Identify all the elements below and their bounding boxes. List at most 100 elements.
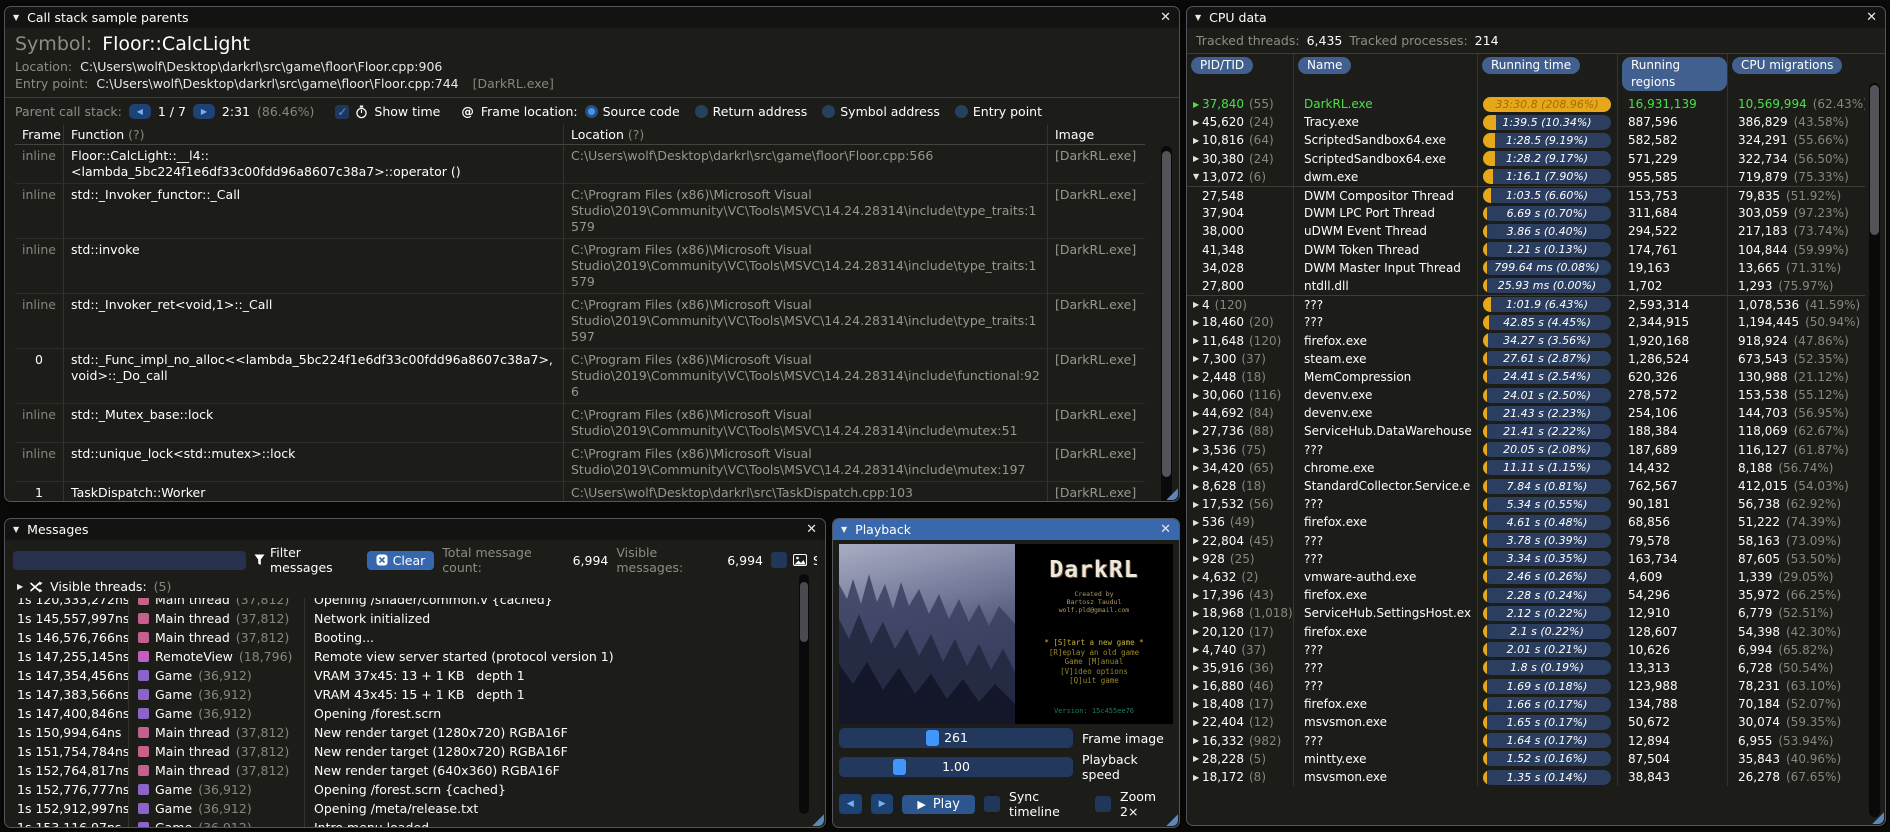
- cpu-table-row[interactable]: ▶ 16,880 (46) ??? 1.69 s (0.18%) 123,988…: [1187, 677, 1865, 696]
- message-row[interactable]: 1s 146,576,766ns Main thread (37,812) Bo…: [5, 628, 825, 647]
- expand-arrow-icon[interactable]: ▶: [1187, 663, 1202, 672]
- running-time-column-header[interactable]: Running time: [1482, 57, 1581, 74]
- close-icon[interactable]: ✕: [1866, 11, 1877, 24]
- message-row[interactable]: 1s 153,116,97ns Game (36,912) Intro menu…: [5, 818, 825, 827]
- resize-grip[interactable]: [1165, 487, 1178, 500]
- expand-arrow-icon[interactable]: ▶: [1187, 445, 1202, 454]
- message-row[interactable]: 1s 152,776,777ns Game (36,912) Opening /…: [5, 780, 825, 799]
- expand-arrow-icon[interactable]: ▶: [1187, 372, 1202, 381]
- cpu-migrations-column-header[interactable]: CPU migrations: [1732, 57, 1843, 74]
- resize-grip[interactable]: [811, 813, 824, 826]
- expand-arrow-icon[interactable]: ▶: [1187, 427, 1202, 436]
- expand-arrow-icon[interactable]: ▶: [1187, 536, 1202, 545]
- expand-arrow-icon[interactable]: ▶: [1187, 718, 1202, 727]
- callstack-row[interactable]: 1 TaskDispatch::Worker C:\Users\wolf\Des…: [15, 482, 1145, 501]
- cpu-table-row[interactable]: ▶ 4,740 (37) ??? 2.01 s (0.21%) 10,626 6…: [1187, 640, 1865, 659]
- cpu-table-row[interactable]: 27,548 DWM Compositor Thread 1:03.5 (6.6…: [1187, 185, 1865, 205]
- pid-column-header[interactable]: PID/TID: [1191, 57, 1254, 74]
- frame-location-radio[interactable]: Symbol address: [822, 104, 940, 119]
- cpu-table-row[interactable]: ▶ 27,736 (88) ServiceHub.DataWarehouse 2…: [1187, 422, 1865, 441]
- expand-arrow-icon[interactable]: ▶: [1187, 136, 1202, 145]
- cpu-table-row[interactable]: ▶ 17,532 (56) ??? 5.34 s (0.55%) 90,181 …: [1187, 495, 1865, 514]
- expand-arrow-icon[interactable]: ▶: [1187, 736, 1202, 745]
- expand-arrow-icon[interactable]: ▶: [1187, 627, 1202, 636]
- expand-arrow-icon[interactable]: ▶: [1187, 336, 1202, 345]
- message-row[interactable]: 1s 120,333,272ns Main thread (37,812) Op…: [5, 598, 825, 609]
- callstack-row[interactable]: inline std::_Invoker_ret<void,1>::_Call …: [15, 294, 1145, 349]
- cpu-table-row[interactable]: ▶ 11,648 (120) firefox.exe 34.27 s (3.56…: [1187, 331, 1865, 350]
- message-row[interactable]: 1s 152,912,997ns Game (36,912) Opening /…: [5, 799, 825, 818]
- expand-arrow-icon[interactable]: ▶: [1187, 572, 1202, 581]
- collapse-arrow-icon[interactable]: ▼: [13, 13, 19, 22]
- callstack-row[interactable]: inline std::invoke C:\Program Files (x86…: [15, 239, 1145, 294]
- cpu-titlebar[interactable]: ▼ CPU data ✕: [1187, 7, 1885, 28]
- collapse-arrow-icon[interactable]: ▼: [13, 525, 19, 534]
- sync-timeline-checkbox[interactable]: [983, 796, 1000, 812]
- scrollbar-handle[interactable]: [1162, 151, 1171, 477]
- frame-location-radio[interactable]: Return address: [694, 104, 807, 119]
- cpu-table-row[interactable]: ▶ 4,632 (2) vmware-authd.exe 2.46 s (0.2…: [1187, 567, 1865, 587]
- expand-arrow-icon[interactable]: ▶: [17, 582, 23, 591]
- cpu-table-row[interactable]: 34,028 DWM Master Input Thread 799.64 ms…: [1187, 258, 1865, 277]
- step-back-button[interactable]: ◀: [839, 794, 862, 814]
- zoom-2x-checkbox[interactable]: [1095, 796, 1111, 812]
- expand-arrow-icon[interactable]: ▶: [1187, 500, 1202, 509]
- messages-scrollbar[interactable]: [799, 574, 809, 814]
- running-regions-column-header[interactable]: Running regions: [1622, 57, 1727, 91]
- clear-button[interactable]: Clear: [366, 550, 435, 570]
- message-row[interactable]: 1s 147,400,846ns Game (36,912) Opening /…: [5, 704, 825, 723]
- resize-grip[interactable]: [1871, 811, 1884, 824]
- expand-arrow-icon[interactable]: ▶: [1187, 463, 1202, 472]
- expand-arrow-icon[interactable]: ▶: [1187, 609, 1202, 618]
- collapse-arrow-icon[interactable]: ▼: [1195, 13, 1201, 22]
- cpu-table-row[interactable]: ▶ 18,968 (1,018) ServiceHub.SettingsHost…: [1187, 604, 1865, 623]
- cpu-table-row[interactable]: ▶ 28,228 (5) mintty.exe 1.52 s (0.16%) 8…: [1187, 749, 1865, 768]
- radio-icon[interactable]: [822, 105, 836, 118]
- message-row[interactable]: 1s 147,383,566ns Game (36,912) VRAM 43x4…: [5, 685, 825, 704]
- visible-threads-row[interactable]: ▶ Visible threads: (5): [5, 579, 825, 598]
- frame-image-slider[interactable]: 261: [839, 728, 1073, 748]
- expand-arrow-icon[interactable]: ▶: [1187, 300, 1202, 309]
- expand-arrow-icon[interactable]: ▶: [1187, 482, 1202, 491]
- expand-arrow-icon[interactable]: ▶: [1187, 154, 1202, 163]
- messages-titlebar[interactable]: ▼ Messages ✕: [5, 519, 825, 540]
- expand-arrow-icon[interactable]: ▼: [1187, 172, 1202, 181]
- scrollbar-handle[interactable]: [800, 582, 808, 642]
- message-row[interactable]: 1s 152,764,817ns Main thread (37,812) Ne…: [5, 761, 825, 780]
- cpu-scrollbar[interactable]: [1869, 83, 1880, 817]
- cpu-table-row[interactable]: ▶ 22,804 (45) ??? 3.78 s (0.39%) 79,578 …: [1187, 531, 1865, 550]
- cpu-table-row[interactable]: 41,348 DWM Token Thread 1.21 s (0.13%) 1…: [1187, 240, 1865, 259]
- cpu-table-row[interactable]: ▶ 10,816 (64) ScriptedSandbox64.exe 1:28…: [1187, 131, 1865, 150]
- message-row[interactable]: 1s 145,557,997ns Main thread (37,812) Ne…: [5, 609, 825, 628]
- playback-titlebar[interactable]: ▼ Playback ✕: [833, 519, 1179, 540]
- expand-arrow-icon[interactable]: ▶: [1187, 100, 1202, 109]
- cpu-table-row[interactable]: ▶ 3,536 (75) ??? 20.05 s (2.08%) 187,689…: [1187, 440, 1865, 459]
- cpu-table-row[interactable]: ▶ 536 (49) firefox.exe 4.61 s (0.48%) 68…: [1187, 513, 1865, 532]
- cpu-table-row[interactable]: ▶ 37,840 (55) DarkRL.exe 33:30.8 (208.96…: [1187, 95, 1865, 114]
- cpu-table-row[interactable]: ▶ 7,300 (37) steam.exe 27.61 s (2.87%) 1…: [1187, 349, 1865, 368]
- expand-arrow-icon[interactable]: ▶: [1187, 682, 1202, 691]
- cpu-table-row[interactable]: ▶ 928 (25) ??? 3.34 s (0.35%) 163,734 87…: [1187, 549, 1865, 568]
- prev-parent-button[interactable]: ◀: [128, 104, 151, 119]
- expand-arrow-icon[interactable]: ▶: [1187, 118, 1202, 127]
- play-button[interactable]: ▶ Play: [902, 794, 975, 814]
- callstack-scrollbar[interactable]: [1161, 146, 1172, 501]
- expand-arrow-icon[interactable]: ▶: [1187, 354, 1202, 363]
- cpu-table-row[interactable]: ▶ 18,172 (8) msvsmon.exe 1.35 s (0.14%) …: [1187, 767, 1865, 787]
- cpu-table-row[interactable]: ▶ 34,420 (65) chrome.exe 11.11 s (1.15%)…: [1187, 458, 1865, 477]
- cpu-table-row[interactable]: ▶ 16,332 (982) ??? 1.64 s (0.17%) 12,894…: [1187, 731, 1865, 750]
- expand-arrow-icon[interactable]: ▶: [1187, 409, 1202, 418]
- close-icon[interactable]: ✕: [806, 523, 817, 536]
- message-row[interactable]: 1s 151,754,784ns Main thread (37,812) Ne…: [5, 742, 825, 761]
- radio-icon[interactable]: [694, 105, 708, 118]
- callstack-row[interactable]: inline std::_Mutex_base::lock C:\Program…: [15, 404, 1145, 443]
- next-parent-button[interactable]: ▶: [192, 104, 215, 119]
- message-row[interactable]: 1s 147,255,145ns RemoteView (18,796) Rem…: [5, 647, 825, 666]
- expand-arrow-icon[interactable]: ▶: [1187, 518, 1202, 527]
- cpu-table-row[interactable]: ▶ 45,620 (24) Tracy.exe 1:39.5 (10.34%) …: [1187, 113, 1865, 132]
- message-row[interactable]: 1s 150,994,64ns Main thread (37,812) New…: [5, 723, 825, 742]
- callstack-titlebar[interactable]: ▼ Call stack sample parents ✕: [5, 7, 1179, 28]
- cpu-table-row[interactable]: ▶ 18,408 (17) firefox.exe 1.66 s (0.17%)…: [1187, 695, 1865, 714]
- cpu-table-row[interactable]: ▶ 2,448 (18) MemCompression 24.41 s (2.5…: [1187, 367, 1865, 386]
- step-forward-button[interactable]: ▶: [870, 794, 894, 814]
